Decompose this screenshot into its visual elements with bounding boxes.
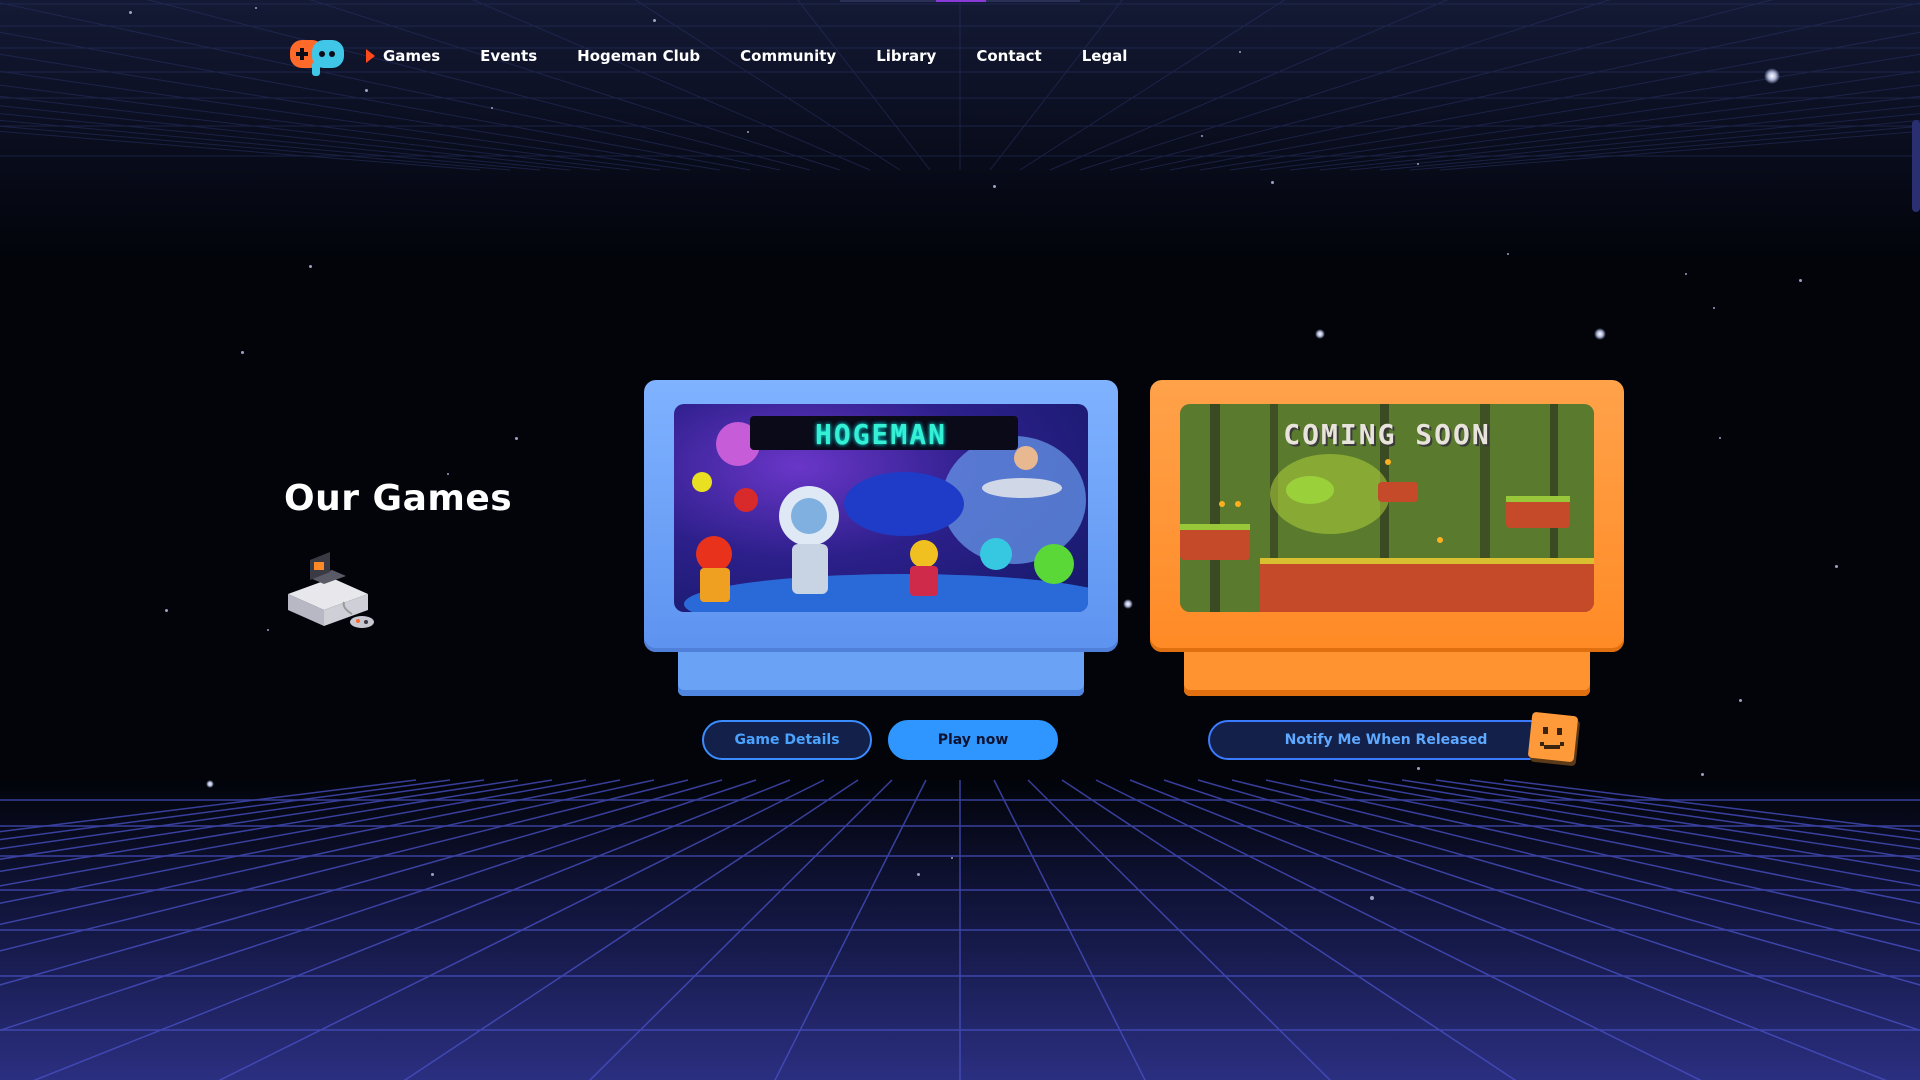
star bbox=[430, 872, 434, 876]
nav-item-label: Library bbox=[876, 47, 937, 65]
game-cover-art: COMING SOON bbox=[1180, 404, 1594, 612]
nav-item-contact[interactable]: Contact bbox=[976, 47, 1041, 65]
star bbox=[308, 264, 312, 268]
star bbox=[1417, 163, 1419, 165]
star bbox=[1370, 896, 1374, 900]
nav-item-label: Community bbox=[740, 47, 837, 65]
star bbox=[652, 18, 656, 22]
star bbox=[1416, 766, 1420, 770]
nav-item-hogeman-club[interactable]: Hogeman Club bbox=[577, 47, 700, 65]
nav-item-games[interactable]: Games bbox=[366, 47, 440, 65]
nav-item-legal[interactable]: Legal bbox=[1082, 47, 1128, 65]
nav-item-community[interactable]: Community bbox=[740, 47, 836, 65]
nav-item-label: Contact bbox=[976, 47, 1042, 65]
star bbox=[1834, 564, 1838, 568]
nav-item-label: Hogeman Club bbox=[577, 47, 701, 65]
pixel-smiley-icon bbox=[1528, 712, 1580, 766]
nav-item-label: Legal bbox=[1081, 47, 1128, 65]
active-indicator-icon bbox=[366, 49, 375, 63]
star bbox=[164, 608, 168, 612]
star bbox=[1315, 329, 1325, 339]
star bbox=[1201, 135, 1203, 137]
nav-item-label: Games bbox=[383, 47, 441, 65]
star bbox=[1798, 278, 1802, 282]
star bbox=[364, 88, 368, 92]
play-now-button[interactable]: Play now bbox=[888, 720, 1058, 760]
gamepad-logo-icon[interactable] bbox=[288, 34, 348, 78]
game-cover-art[interactable]: HOGEMAN bbox=[674, 404, 1088, 612]
game-details-button[interactable]: Game Details bbox=[702, 720, 872, 760]
star bbox=[1713, 307, 1715, 309]
star bbox=[1685, 273, 1687, 275]
star bbox=[1764, 68, 1780, 84]
star bbox=[240, 350, 244, 354]
game-art-title: COMING SOON bbox=[1283, 418, 1491, 451]
star bbox=[1594, 328, 1606, 340]
scrollbar-thumb[interactable] bbox=[1912, 120, 1920, 212]
star bbox=[267, 629, 269, 631]
star bbox=[916, 872, 920, 876]
star bbox=[1719, 437, 1721, 439]
top-decor-line bbox=[840, 0, 1080, 2]
star bbox=[992, 184, 996, 188]
nav-item-library[interactable]: Library bbox=[876, 47, 936, 65]
star bbox=[1123, 599, 1133, 609]
star bbox=[1700, 772, 1704, 776]
star bbox=[1239, 51, 1241, 53]
star bbox=[1270, 180, 1274, 184]
star bbox=[128, 10, 132, 14]
retro-console-icon bbox=[288, 552, 374, 628]
star bbox=[491, 107, 493, 109]
game-card-coming-soon: COMING SOON bbox=[1150, 380, 1624, 696]
star bbox=[514, 436, 518, 440]
star bbox=[255, 7, 257, 9]
game-card-hogeman[interactable]: HOGEMAN bbox=[644, 380, 1118, 696]
star bbox=[206, 780, 214, 788]
notify-me-button[interactable]: Notify Me When Released bbox=[1208, 720, 1564, 760]
game-art-title: HOGEMAN bbox=[814, 418, 947, 451]
nav-item-label: Events bbox=[480, 47, 538, 65]
star bbox=[447, 473, 449, 475]
star bbox=[1507, 253, 1509, 255]
star bbox=[951, 857, 953, 859]
main-nav: Games Events Hogeman Club Community Libr… bbox=[288, 30, 1167, 82]
nav-item-events[interactable]: Events bbox=[480, 47, 537, 65]
star bbox=[747, 131, 749, 133]
section-title: Our Games bbox=[284, 478, 513, 519]
star bbox=[1738, 698, 1742, 702]
